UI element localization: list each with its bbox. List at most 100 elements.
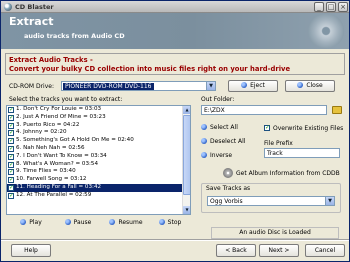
track-checkbox[interactable] — [8, 106, 14, 114]
track-list-scrollbar[interactable]: ▲ ▼ — [182, 106, 190, 214]
drive-select[interactable]: PIONEER DVD-ROM DVD-116 ▼ — [61, 81, 216, 91]
pause-button[interactable]: Pause — [57, 218, 99, 230]
tracks-label: Select the tracks you want to extract: — [9, 96, 123, 103]
scroll-thumb[interactable] — [183, 115, 190, 195]
bullet-icon — [158, 219, 165, 225]
deselect-all-button[interactable]: Deselect All — [201, 137, 257, 149]
bullet-icon — [297, 82, 304, 88]
scroll-down-icon[interactable]: ▼ — [183, 206, 190, 214]
close-tray-button[interactable]: Close — [285, 80, 335, 92]
cd-blaster-window: CD Blaster _ □ × Extract audio tracks fr… — [0, 0, 350, 262]
chevron-down-icon[interactable]: ▼ — [206, 82, 215, 90]
minimize-icon[interactable]: _ — [314, 2, 324, 12]
cancel-label: Cancel — [314, 247, 336, 254]
footer-divider — [1, 239, 349, 241]
chevron-down-icon[interactable]: ▼ — [325, 197, 334, 205]
track-label: 11. Heading For a Fall = 03:42 — [16, 183, 102, 190]
cd-disc-icon — [307, 14, 345, 48]
banner-heading: Extract Audio Tracks - — [9, 56, 93, 64]
cddb-icon — [223, 168, 233, 178]
file-prefix-label: File Prefix — [264, 140, 293, 147]
track-label: 12. At The Parallel = 02:59 — [16, 191, 92, 198]
track-checkbox[interactable] — [8, 184, 14, 192]
track-row[interactable]: 9. Time Flies = 03:40 — [7, 168, 190, 176]
page-subtitle: audio tracks from Audio CD — [24, 32, 125, 40]
track-row[interactable]: 12. At The Parallel = 02:59 — [7, 192, 190, 200]
track-checkbox[interactable] — [8, 168, 14, 176]
track-row[interactable]: 5. Something's Got A Hold On Me = 02:40 — [7, 137, 190, 145]
title-bar[interactable]: CD Blaster _ □ × — [1, 1, 349, 13]
close-icon[interactable]: × — [338, 2, 348, 12]
bullet-icon — [201, 138, 207, 144]
track-row[interactable]: 6. Nah Neh Nah = 02:56 — [7, 145, 190, 153]
track-row[interactable]: 4. Johnny = 02:20 — [7, 129, 190, 137]
overwrite-label: Overwrite Existing Files — [273, 125, 344, 132]
track-checkbox[interactable] — [8, 161, 14, 169]
track-checkbox[interactable] — [8, 114, 14, 122]
bullet-icon — [109, 219, 116, 225]
track-row[interactable]: 1. Don't Cry For Louie = 03:03 — [7, 106, 190, 114]
bullet-icon — [201, 124, 207, 130]
next-label: Next > — [268, 247, 290, 254]
folder-browse-icon[interactable] — [332, 106, 342, 114]
maximize-icon[interactable]: □ — [326, 2, 336, 12]
track-label: 6. Nah Neh Nah = 02:56 — [16, 144, 85, 151]
track-label: 2. Just A Friend Of Mine = 03:23 — [16, 113, 106, 120]
track-row[interactable]: 2. Just A Friend Of Mine = 03:23 — [7, 114, 190, 122]
save-as-label: Save Tracks as — [206, 185, 251, 192]
resume-button[interactable]: Resume — [103, 218, 149, 230]
window-title: CD Blaster — [15, 3, 54, 11]
save-format-select[interactable]: Ogg Vorbis ▼ — [207, 196, 335, 206]
status-bar: An audio Disc is Loaded — [211, 227, 339, 239]
track-label: 8. What's A Woman? = 03:54 — [16, 160, 99, 167]
track-checkbox[interactable] — [8, 176, 14, 184]
deselect-all-label: Deselect All — [210, 138, 246, 145]
track-checkbox[interactable] — [8, 122, 14, 130]
scroll-up-icon[interactable]: ▲ — [183, 106, 190, 114]
bullet-icon — [64, 219, 71, 225]
back-button[interactable]: < Back — [216, 244, 256, 257]
track-label: 7. I Don't Want To Know = 03:34 — [16, 152, 107, 159]
stop-button[interactable]: Stop — [151, 218, 189, 230]
page-header: Extract audio tracks from Audio CD — [1, 13, 349, 49]
track-label: 3. Puerto Rico = 04:22 — [16, 121, 80, 128]
track-checkbox[interactable] — [8, 137, 14, 145]
back-label: Back — [232, 247, 247, 254]
track-checkbox[interactable] — [8, 145, 14, 153]
track-checkbox[interactable] — [8, 153, 14, 161]
page-title: Extract — [9, 15, 54, 28]
track-list[interactable]: 1. Don't Cry For Louie = 03:032. Just A … — [6, 105, 191, 215]
help-button[interactable]: Help — [11, 244, 51, 257]
track-checkbox[interactable] — [8, 129, 14, 137]
track-label: 1. Don't Cry For Louie = 03:03 — [16, 106, 102, 112]
cddb-button[interactable]: Get Album Information from CDDB — [236, 170, 340, 177]
out-folder-input[interactable]: E:\ZDX — [201, 105, 327, 115]
track-rows: 1. Don't Cry For Louie = 03:032. Just A … — [7, 106, 190, 200]
bullet-icon — [201, 152, 207, 158]
cancel-button[interactable]: Cancel — [305, 244, 345, 257]
intro-banner: Extract Audio Tracks - Convert your bulk… — [5, 53, 345, 75]
bullet-icon — [20, 219, 27, 225]
eject-button[interactable]: Eject — [228, 80, 278, 92]
file-prefix-input[interactable]: Track — [264, 148, 340, 158]
overwrite-checkbox[interactable] — [264, 124, 270, 132]
track-row[interactable]: 10. Farwell Song = 03:12 — [7, 176, 190, 184]
track-label: 9. Time Flies = 03:40 — [16, 168, 76, 175]
drive-select-value: PIONEER DVD-ROM DVD-116 — [63, 83, 154, 90]
close-tray-label: Close — [306, 82, 323, 89]
select-all-label: Select All — [210, 124, 238, 131]
track-row[interactable]: 11. Heading For a Fall = 03:42 — [7, 183, 190, 192]
stop-label: Stop — [167, 219, 182, 226]
play-label: Play — [29, 219, 42, 226]
track-row[interactable]: 8. What's A Woman? = 03:54 — [7, 161, 190, 169]
next-button[interactable]: Next > — [259, 244, 299, 257]
play-button[interactable]: Play — [11, 218, 51, 230]
select-all-button[interactable]: Select All — [201, 123, 253, 135]
track-row[interactable]: 3. Puerto Rico = 04:22 — [7, 122, 190, 130]
help-label: Help — [24, 247, 38, 254]
inverse-label: Inverse — [210, 152, 233, 159]
track-label: 4. Johnny = 02:20 — [16, 129, 67, 136]
track-row[interactable]: 7. I Don't Want To Know = 03:34 — [7, 153, 190, 161]
inverse-button[interactable]: Inverse — [201, 151, 253, 163]
track-checkbox[interactable] — [8, 192, 14, 200]
